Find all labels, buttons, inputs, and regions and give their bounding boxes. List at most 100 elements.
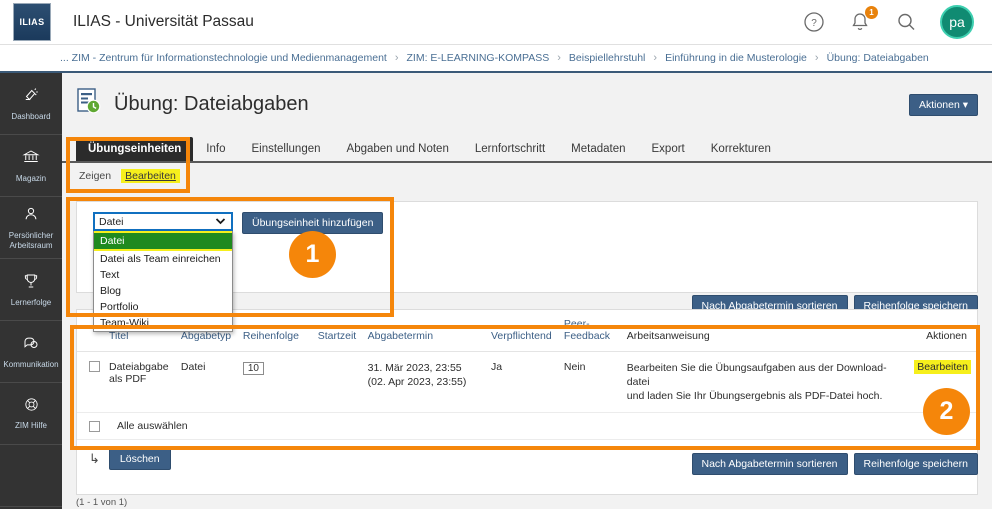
th-aktionen: Aktionen bbox=[910, 310, 977, 352]
sidebar-item-lernerfolge[interactable]: Lernerfolge bbox=[0, 259, 62, 321]
row-checkbox[interactable] bbox=[89, 361, 100, 372]
breadcrumb-item-3[interactable]: Einführung in die Musterologie bbox=[665, 52, 807, 64]
app-root: ILIAS ILIAS - Universität Passau ? 1 pa … bbox=[0, 0, 992, 509]
exercise-clock-icon bbox=[76, 87, 102, 122]
help-icon[interactable]: ? bbox=[802, 10, 826, 34]
breadcrumb-item-1[interactable]: ZIM: E-LEARNING-KOMPASS bbox=[407, 52, 550, 64]
tab-abgaben-und-noten[interactable]: Abgaben und Noten bbox=[334, 137, 462, 161]
trophy-icon bbox=[21, 272, 41, 295]
aktionen-button[interactable]: Aktionen ▾ bbox=[908, 94, 978, 116]
tab-export[interactable]: Export bbox=[639, 137, 698, 161]
lifebuoy-icon bbox=[22, 396, 41, 418]
unit-type-dropdown[interactable]: Datei Datei als Team einreichen Text Blo… bbox=[93, 231, 233, 332]
annotation-badge-1: 1 bbox=[289, 231, 336, 278]
delete-button[interactable]: Löschen bbox=[108, 448, 171, 470]
dropdown-option-team-wiki[interactable]: Team-Wiki bbox=[94, 315, 232, 331]
dropdown-option-text[interactable]: Text bbox=[94, 267, 232, 283]
unit-type-select[interactable]: Datei bbox=[93, 212, 233, 231]
th-startzeit: Startzeit bbox=[313, 310, 364, 352]
header-icon-group: ? 1 pa bbox=[802, 5, 992, 39]
th-peer-feedback: Peer- Feedback bbox=[559, 310, 623, 352]
tab-info[interactable]: Info bbox=[193, 137, 238, 161]
th-arbeitsanweisung: Arbeitsanweisung bbox=[622, 310, 911, 352]
dropdown-option-portfolio[interactable]: Portfolio bbox=[94, 299, 232, 315]
table-row: Dateiabgabe als PDF Datei 10 31. Mär 202… bbox=[77, 351, 977, 413]
sidebar-item-dashboard[interactable]: Dashboard bbox=[0, 73, 62, 135]
person-icon bbox=[21, 205, 41, 228]
dashboard-icon bbox=[21, 86, 41, 109]
tab-lernfortschritt[interactable]: Lernfortschritt bbox=[462, 137, 558, 161]
tab-bar-wrapper: Übungseinheiten Info Einstellungen Abgab… bbox=[62, 135, 992, 189]
add-unit-panel: Übungseinheiten (1 - 1 von 1) Datei Date bbox=[76, 201, 978, 332]
breadcrumb-item-2[interactable]: Beispiellehrstuhl bbox=[569, 52, 645, 64]
unit-type-select-value: Datei bbox=[99, 215, 124, 228]
subtab-bar: Zeigen Bearbeiten bbox=[62, 163, 992, 189]
cell-peer-feedback: Nein bbox=[559, 351, 623, 413]
main-sidebar: Dashboard Magazin Persönlicher Arbeitsra… bbox=[0, 73, 62, 509]
breadcrumb-separator: › bbox=[557, 52, 561, 64]
bank-icon bbox=[21, 148, 41, 171]
breadcrumb-item-0[interactable]: ... ZIM - Zentrum für Informationstechno… bbox=[60, 52, 387, 64]
cell-arbeitsanweisung-line1: Bearbeiten Sie die Übungsaufgaben aus de… bbox=[626, 362, 887, 388]
cell-abgabetyp: Datei bbox=[176, 351, 239, 413]
cell-arbeitsanweisung: Bearbeiten Sie die Übungsaufgaben aus de… bbox=[622, 351, 911, 413]
sidebar-item-magazin[interactable]: Magazin bbox=[0, 135, 62, 197]
dropdown-option-blog[interactable]: Blog bbox=[94, 283, 232, 299]
user-avatar[interactable]: pa bbox=[940, 5, 974, 39]
avatar-initials: pa bbox=[949, 14, 965, 30]
tab-korrekturen[interactable]: Korrekturen bbox=[698, 137, 784, 161]
annotation-badge-2: 2 bbox=[923, 388, 970, 435]
cell-titel: Dateiabgabe als PDF bbox=[104, 351, 177, 413]
cell-arbeitsanweisung-line2: und laden Sie Ihr Übungsergebnis als PDF… bbox=[626, 390, 883, 402]
notification-count-badge: 1 bbox=[865, 6, 878, 19]
top-header-bar: ILIAS ILIAS - Universität Passau ? 1 pa bbox=[0, 0, 992, 45]
breadcrumb-separator: › bbox=[653, 52, 658, 64]
notifications-icon[interactable]: 1 bbox=[848, 6, 878, 34]
sidebar-item-kommunikation[interactable]: Kommunikation bbox=[0, 321, 62, 383]
sidebar-item-zim-hilfe[interactable]: ZIM Hilfe bbox=[0, 383, 62, 445]
tab-bar: Übungseinheiten Info Einstellungen Abgab… bbox=[62, 135, 992, 163]
dropdown-option-datei[interactable]: Datei bbox=[94, 231, 232, 251]
add-unit-row: Datei Datei Datei als Team einreichen Te… bbox=[93, 212, 384, 332]
breadcrumb-separator: › bbox=[394, 52, 399, 64]
cell-abgabetermin-line2: (02. Apr 2023, 23:55) bbox=[367, 376, 467, 388]
page-title: Übung: Dateiabgaben bbox=[114, 92, 309, 115]
sidebar-item-persoenlicher-arbeitsraum[interactable]: Persönlicher Arbeitsraum bbox=[0, 197, 62, 259]
order-input[interactable]: 10 bbox=[242, 362, 264, 375]
sidebar-label-lernerfolge: Lernerfolge bbox=[10, 297, 52, 307]
row-checkbox-cell bbox=[77, 351, 105, 413]
sidebar-label-persoenlicher-arbeitsraum: Persönlicher Arbeitsraum bbox=[8, 231, 54, 250]
sidebar-filler bbox=[0, 445, 62, 507]
main-content: Übung: Dateiabgaben Aktionen ▾ Übungsein… bbox=[62, 73, 992, 509]
dropdown-option-datei-als-team-einreichen[interactable]: Datei als Team einreichen bbox=[94, 251, 232, 267]
breadcrumb: ... ZIM - Zentrum für Informationstechno… bbox=[0, 45, 992, 73]
app-title: ILIAS - Universität Passau bbox=[73, 13, 254, 30]
save-order-button-bottom[interactable]: Reihenfolge speichern bbox=[853, 453, 978, 475]
sidebar-label-zim-hilfe: ZIM Hilfe bbox=[15, 421, 47, 431]
page-header: Übung: Dateiabgaben Aktionen ▾ bbox=[62, 73, 992, 135]
search-icon[interactable] bbox=[894, 10, 918, 34]
tab-uebungseinheiten[interactable]: Übungseinheiten bbox=[76, 137, 194, 161]
ilias-logo-text: ILIAS bbox=[19, 17, 45, 27]
cell-reihenfolge: 10 bbox=[238, 351, 314, 413]
chevron-down-icon bbox=[215, 217, 226, 227]
select-all-checkbox[interactable] bbox=[89, 420, 100, 432]
sidebar-label-magazin: Magazin bbox=[15, 173, 47, 183]
tab-einstellungen[interactable]: Einstellungen bbox=[238, 137, 333, 161]
ilias-logo[interactable]: ILIAS bbox=[13, 3, 51, 41]
th-peer-feedback-line2: Feedback bbox=[563, 330, 611, 342]
sort-by-deadline-button-bottom[interactable]: Nach Abgabetermin sortieren bbox=[691, 453, 848, 475]
cell-abgabetermin: 31. Mär 2023, 23:55 (02. Apr 2023, 23:55… bbox=[363, 351, 487, 413]
tab-metadaten[interactable]: Metadaten bbox=[558, 137, 638, 161]
cell-startzeit bbox=[313, 351, 364, 413]
th-abgabetermin: Abgabetermin bbox=[363, 310, 487, 352]
th-reihenfolge: Reihenfolge bbox=[238, 310, 314, 352]
row-edit-link[interactable]: Bearbeiten bbox=[914, 360, 971, 374]
breadcrumb-separator: › bbox=[814, 52, 819, 64]
pagination-info: (1 - 1 von 1) bbox=[76, 497, 128, 508]
cell-abgabetermin-line1: 31. Mär 2023, 23:55 bbox=[367, 362, 462, 374]
breadcrumb-item-4[interactable]: Übung: Dateiabgaben bbox=[827, 52, 929, 64]
subtab-zeigen[interactable]: Zeigen bbox=[79, 170, 111, 182]
select-all-label: Alle auswählen bbox=[117, 420, 188, 432]
subtab-bearbeiten[interactable]: Bearbeiten bbox=[121, 169, 180, 183]
